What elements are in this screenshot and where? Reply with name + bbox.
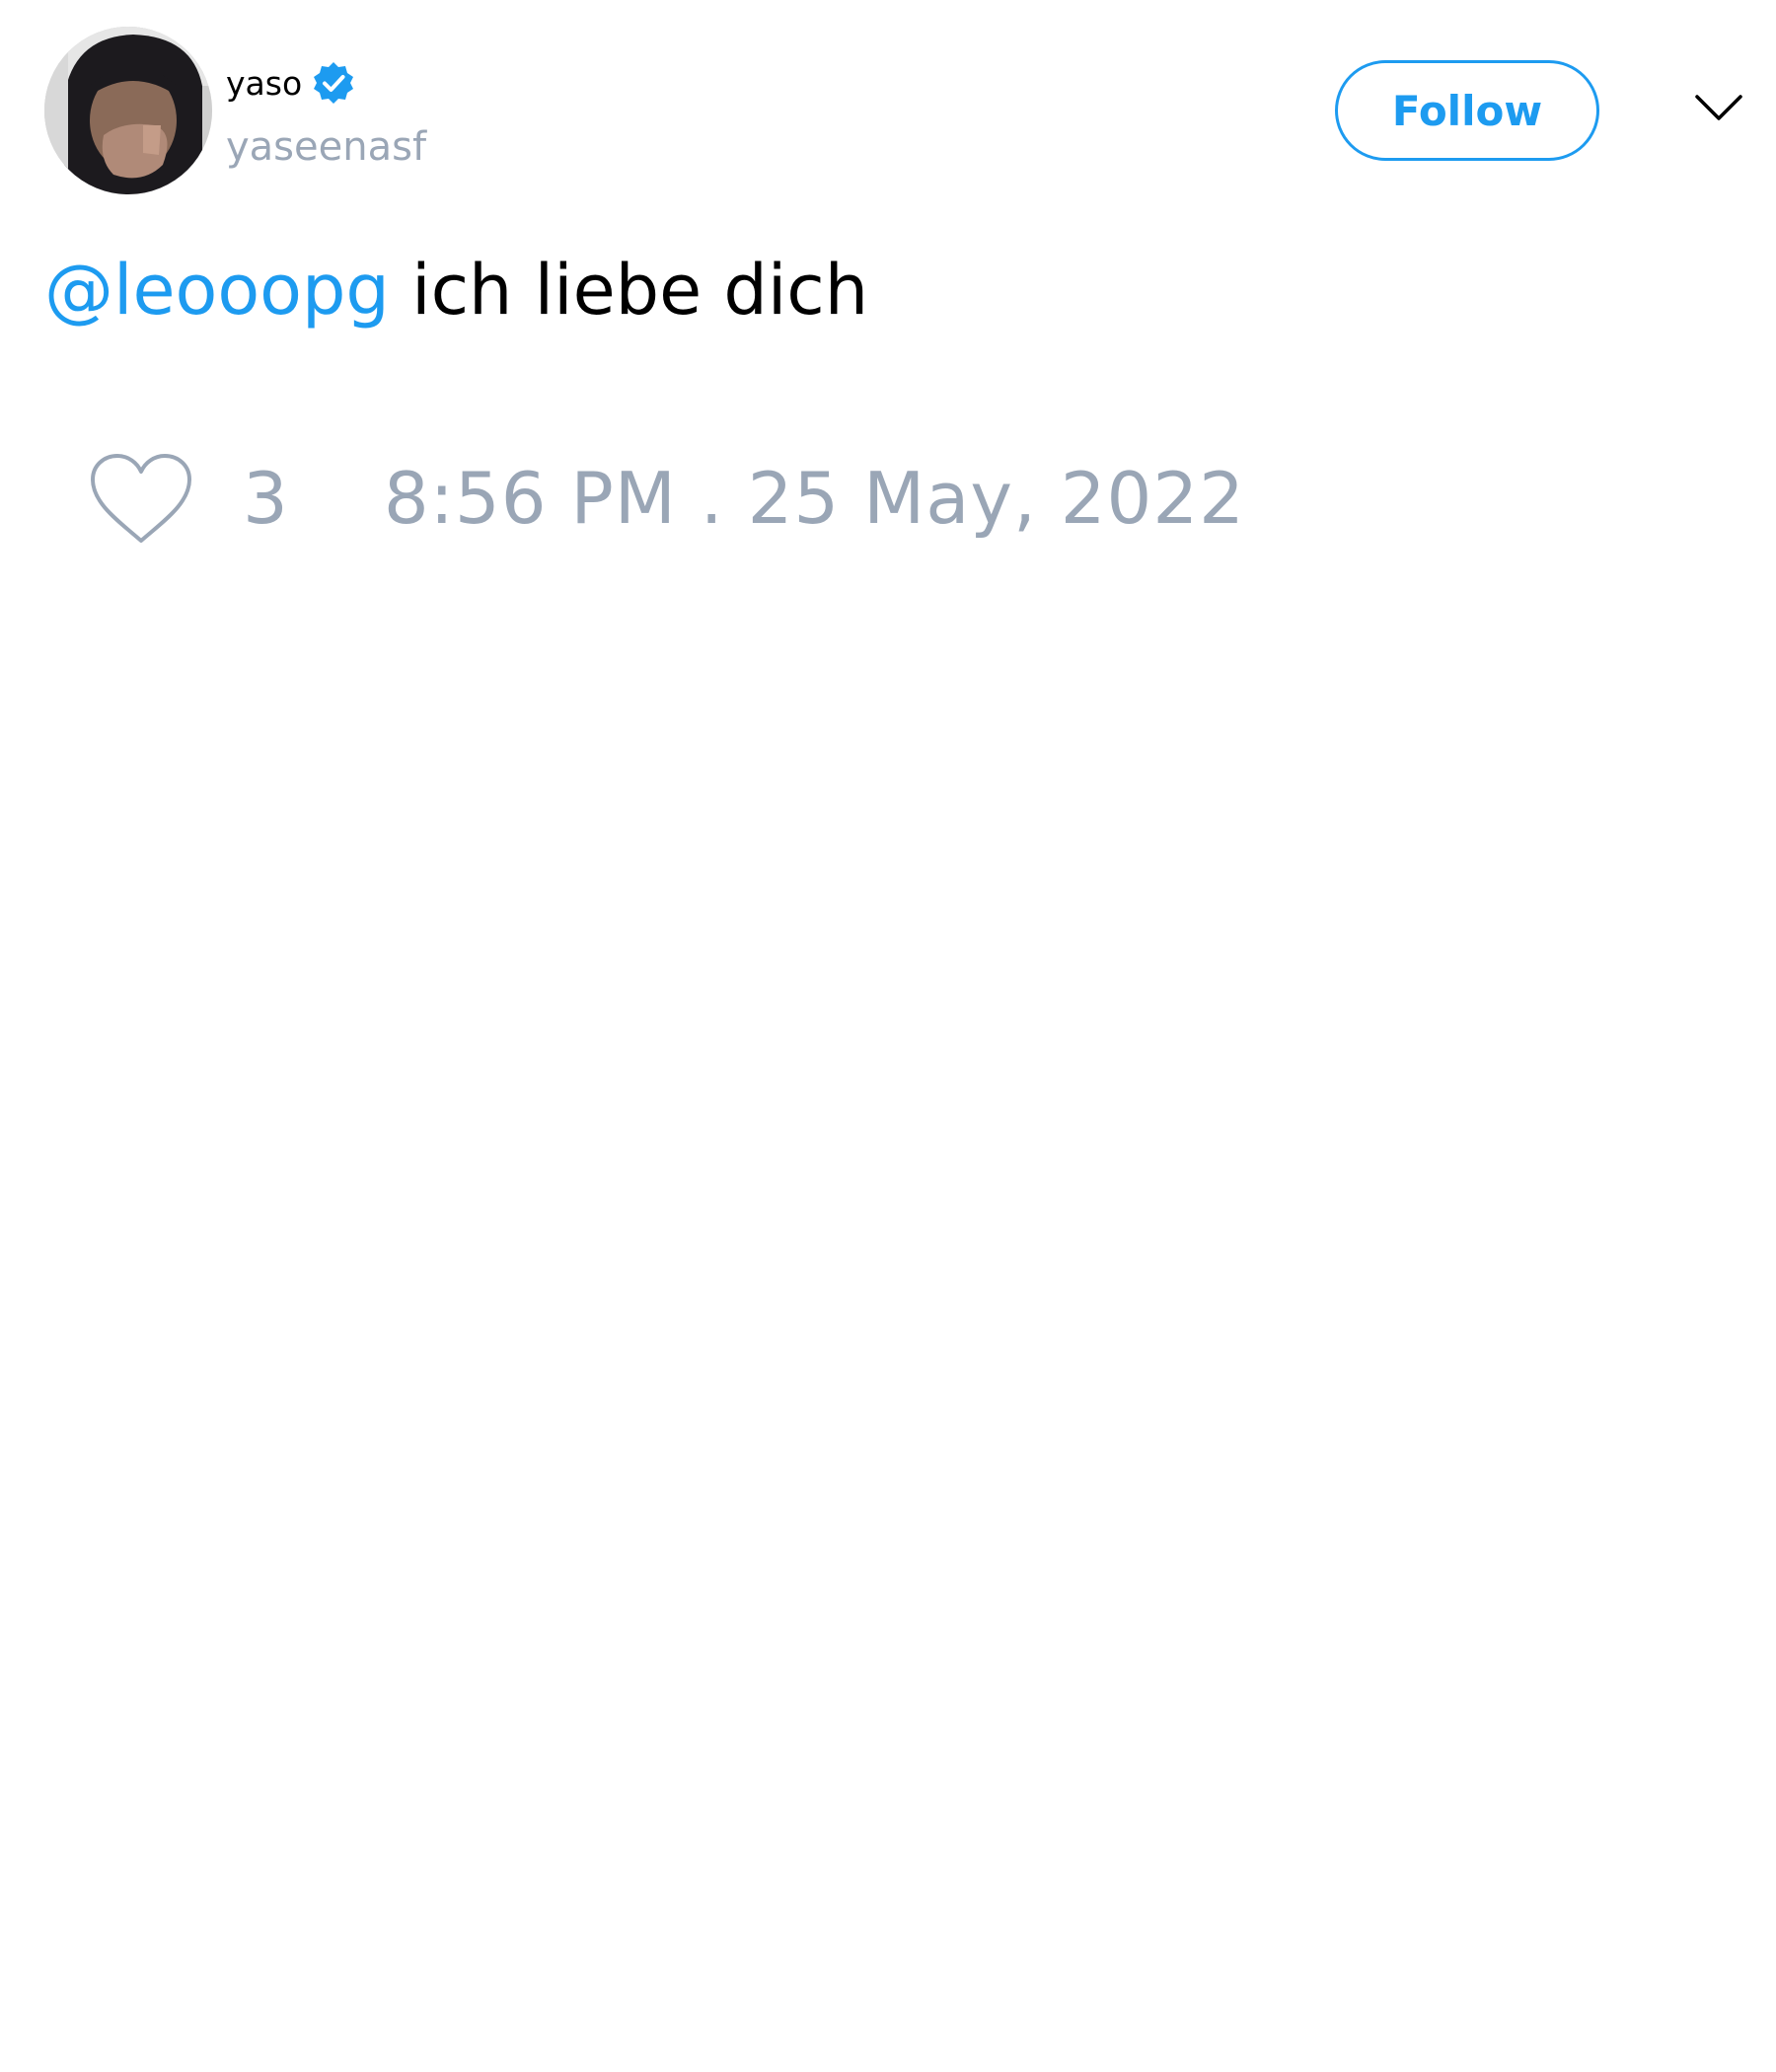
tweet-footer: 3 8:56 PM . 25 May, 2022 xyxy=(89,449,1245,548)
avatar-photo xyxy=(44,27,212,194)
user-handle[interactable]: yaseenasf xyxy=(226,123,426,171)
mention-link[interactable]: @leooopg xyxy=(44,250,390,331)
tweet-text: @leooopg ich liebe dich xyxy=(44,249,868,332)
avatar[interactable] xyxy=(44,27,212,194)
verified-badge-icon xyxy=(310,59,357,107)
chevron-down-icon[interactable] xyxy=(1694,91,1743,126)
like-count: 3 xyxy=(243,457,288,540)
tweet-body: ich liebe dich xyxy=(389,250,869,331)
timestamp[interactable]: 8:56 PM . 25 May, 2022 xyxy=(384,463,1245,534)
follow-button[interactable]: Follow xyxy=(1335,60,1599,161)
display-name-row[interactable]: yaso xyxy=(226,57,357,109)
display-name[interactable]: yaso xyxy=(226,67,302,100)
heart-outline-icon[interactable] xyxy=(89,452,193,546)
tweet-card: yaso yaseenasf Follow @leooopg ich liebe… xyxy=(0,0,1776,2072)
